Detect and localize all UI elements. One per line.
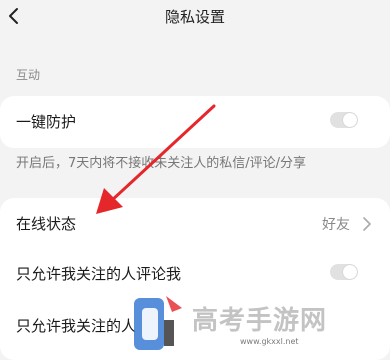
setting-row-comment-only-following[interactable]: 只允许我关注的人评论我 xyxy=(0,248,390,300)
setting-row-one-click-protection[interactable]: 一键防护 xyxy=(0,96,390,148)
settings-card-protection: 一键防护 xyxy=(0,96,390,148)
watermark-url: www.gkxxl.net xyxy=(240,337,299,346)
section-label-interaction: 互动 xyxy=(16,68,41,82)
watermark-logo-icon xyxy=(134,296,182,350)
setting-label: 在线状态 xyxy=(16,215,77,233)
setting-value: 好友 xyxy=(322,217,350,233)
comment-only-following-toggle[interactable] xyxy=(330,264,358,280)
setting-label: 一键防护 xyxy=(16,113,77,131)
page-title: 隐私设置 xyxy=(164,8,225,26)
watermark-text: 高考手游网 xyxy=(192,306,328,336)
setting-label: 只允许我关注的人评论我 xyxy=(16,265,182,283)
setting-row-online-status[interactable]: 在线状态 好友 xyxy=(0,198,390,250)
chevron-right-icon xyxy=(363,217,371,231)
toggle-knob xyxy=(343,113,357,127)
protection-hint-text: 开启后，7天内将不接收未关注人的私信/评论/分享 xyxy=(16,156,307,171)
toggle-knob xyxy=(343,265,357,279)
one-click-protection-toggle[interactable] xyxy=(330,112,358,128)
setting-label: 只允许我关注的人 xyxy=(16,317,137,335)
top-navigation-bar: 隐私设置 xyxy=(0,0,390,34)
